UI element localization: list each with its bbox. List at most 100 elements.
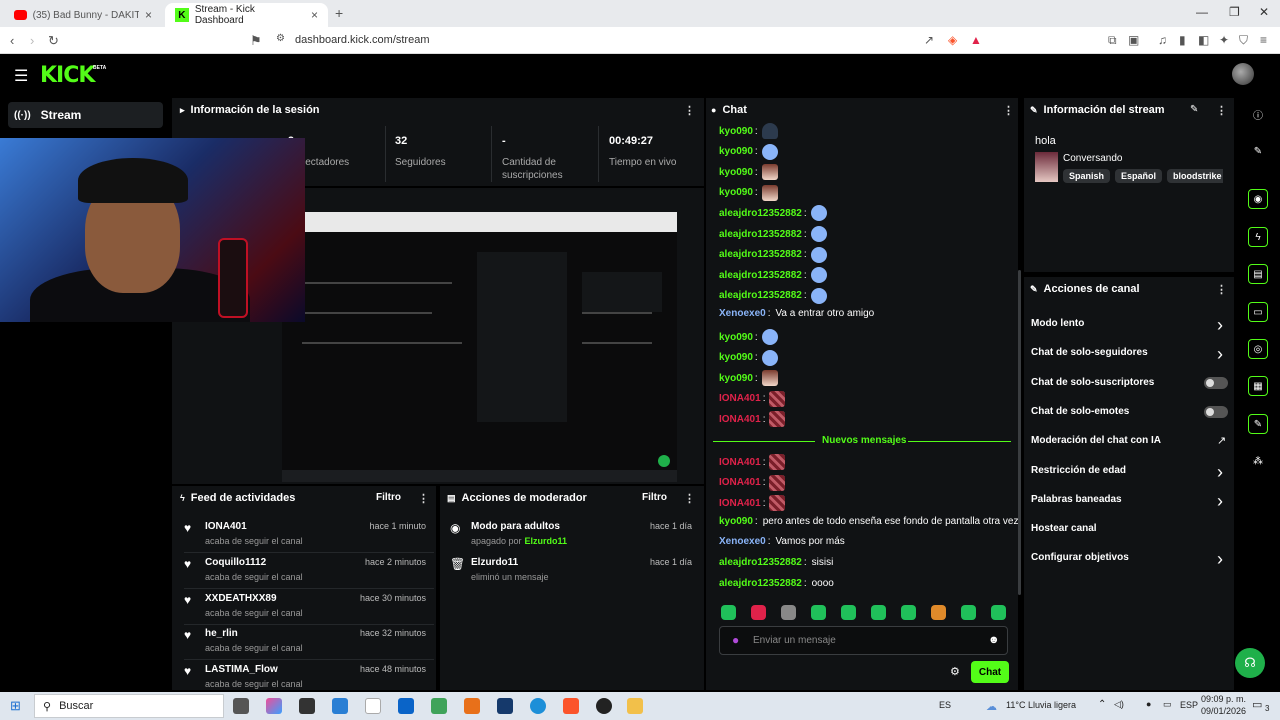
chat-menu-icon[interactable]: ⋮ bbox=[1003, 104, 1014, 117]
chat-username[interactable]: kyo090 bbox=[719, 146, 753, 157]
list-item[interactable]: ♥ LASTIMA_Flow hace 48 minutos acaba de seg… bbox=[184, 664, 434, 694]
vpn-icon[interactable]: ⛉ bbox=[1239, 33, 1248, 48]
chevron-right-icon[interactable]: › bbox=[1217, 491, 1223, 512]
url-field[interactable]: dashboard.kick.com/stream bbox=[295, 34, 430, 46]
chat-username[interactable]: aleajdro12352882 bbox=[719, 578, 802, 589]
task-view-icon[interactable] bbox=[233, 698, 249, 714]
stream-info-menu-icon[interactable]: ⋮ bbox=[1216, 104, 1227, 117]
kick-logo[interactable]: KICK bbox=[40, 63, 95, 88]
chevron-right-icon[interactable]: › bbox=[1217, 344, 1223, 365]
tab-youtube[interactable]: (35) Bad Bunny - DAKITI (Letra) ft × bbox=[4, 3, 162, 27]
chat-username[interactable]: IONA401 bbox=[719, 393, 761, 404]
quick-emote-icon[interactable] bbox=[811, 605, 826, 620]
brave-icon[interactable] bbox=[563, 698, 579, 714]
channel-action-1[interactable]: Chat de solo-seguidores bbox=[1031, 347, 1148, 358]
list-item[interactable]: ♥ he_rlin hace 32 minutos acaba de seguir e… bbox=[184, 628, 434, 658]
camera-icon[interactable]: ◉ bbox=[1248, 189, 1268, 209]
chevron-right-icon[interactable]: › bbox=[1217, 315, 1223, 336]
stream-preview-video[interactable] bbox=[282, 212, 677, 482]
media-icon[interactable]: ♫ bbox=[1158, 33, 1167, 47]
chat-username[interactable]: kyo090 bbox=[719, 167, 753, 178]
channel-actions-menu-icon[interactable]: ⋮ bbox=[1216, 283, 1227, 296]
chat-username[interactable]: aleajdro12352882 bbox=[719, 290, 802, 301]
sidebar-toggle-icon[interactable]: ▮ bbox=[1179, 33, 1186, 47]
windows-start-icon[interactable]: ⊞ bbox=[10, 698, 21, 714]
quick-emote-icon[interactable] bbox=[991, 605, 1006, 620]
extensions-icon[interactable]: ⧉ bbox=[1108, 33, 1117, 48]
follower-name[interactable]: XXDEATHXX89 bbox=[205, 593, 277, 604]
screenshot-icon[interactable]: ▣ bbox=[1128, 33, 1139, 47]
notifications-icon[interactable]: ▭ bbox=[1252, 698, 1262, 711]
quick-emote-icon[interactable] bbox=[871, 605, 886, 620]
info-icon[interactable]: ⓘ bbox=[1248, 104, 1268, 124]
chat-username[interactable]: aleajdro12352882 bbox=[719, 557, 802, 568]
channel-action-8[interactable]: Configurar objetivos bbox=[1031, 552, 1129, 563]
chat-username[interactable]: kyo090 bbox=[719, 516, 753, 527]
microphone-icon[interactable]: ● bbox=[732, 633, 739, 647]
close-tab-icon[interactable]: × bbox=[145, 8, 152, 22]
leo-ai-icon[interactable]: ✦ bbox=[1219, 33, 1229, 47]
channel-action-0[interactable]: Modo lento bbox=[1031, 318, 1084, 329]
moderator-name[interactable]: Elzurdo11 bbox=[525, 536, 568, 546]
speaker-icon[interactable]: ◁) bbox=[1114, 699, 1124, 710]
channel-action-3[interactable]: Chat de solo-emotes bbox=[1031, 406, 1129, 417]
keyboard-lang[interactable]: ES bbox=[939, 700, 951, 710]
channel-action-6[interactable]: Palabras baneadas bbox=[1031, 494, 1122, 505]
list-item[interactable]: ♥ IONA401 hace 1 minuto acaba de seguir el … bbox=[184, 521, 434, 551]
mod-filter-button[interactable]: Filtro bbox=[642, 492, 667, 503]
share-icon[interactable]: ↗ bbox=[924, 33, 934, 47]
chat-username[interactable]: kyo090 bbox=[719, 126, 753, 137]
tag[interactable]: bloodstrike bbox=[1167, 169, 1223, 183]
steam-icon[interactable] bbox=[497, 698, 513, 714]
chat-message-input[interactable]: ● Enviar un mensaje ☻ bbox=[719, 626, 1008, 655]
session-menu-icon[interactable]: ⋮ bbox=[684, 104, 695, 117]
chat-username[interactable]: IONA401 bbox=[719, 457, 761, 468]
mod-menu-icon[interactable]: ⋮ bbox=[684, 492, 695, 505]
chat-username[interactable]: aleajdro12352882 bbox=[719, 229, 802, 240]
edit-icon[interactable]: ✎ bbox=[1190, 104, 1198, 115]
chat-username[interactable]: kyo090 bbox=[719, 332, 753, 343]
bolt-icon[interactable]: ϟ bbox=[1248, 227, 1268, 247]
quick-emote-icon[interactable] bbox=[781, 605, 796, 620]
external-link-icon[interactable]: ↗ bbox=[1217, 434, 1226, 447]
file-explorer-icon[interactable] bbox=[627, 698, 643, 714]
channel-action-5[interactable]: Restricción de edad bbox=[1031, 465, 1126, 476]
tag[interactable]: Spanish bbox=[1063, 169, 1111, 183]
chat-username[interactable]: Xenoexe0 bbox=[719, 308, 766, 319]
channel-action-4[interactable]: Moderación del chat con IA bbox=[1031, 435, 1161, 446]
channel-action-2[interactable]: Chat de solo-suscriptores bbox=[1031, 377, 1154, 388]
quick-emote-icon[interactable] bbox=[721, 605, 736, 620]
notepad-icon[interactable] bbox=[365, 698, 381, 714]
hamburger-menu-icon[interactable]: ☰ bbox=[14, 66, 28, 86]
chat-username[interactable]: IONA401 bbox=[719, 477, 761, 488]
network-icon[interactable]: ▭ bbox=[1163, 699, 1172, 710]
send-chat-button[interactable]: Chat bbox=[971, 661, 1009, 683]
app-icon[interactable] bbox=[299, 698, 315, 714]
nodes-icon[interactable]: ⁂ bbox=[1248, 451, 1268, 471]
wrench-icon[interactable]: ✎ bbox=[1248, 414, 1268, 434]
quick-emote-icon[interactable] bbox=[961, 605, 976, 620]
close-tab-icon[interactable]: × bbox=[311, 8, 318, 22]
toggle-switch[interactable] bbox=[1204, 376, 1228, 389]
list-item[interactable]: ♥ Coquillo1112 hace 2 minutos acaba de segu… bbox=[184, 557, 434, 587]
game-icon[interactable] bbox=[464, 698, 480, 714]
broadcast-icon[interactable]: ◎ bbox=[1248, 339, 1268, 359]
forward-icon[interactable]: › bbox=[30, 33, 34, 48]
site-info-icon[interactable]: ⚙ bbox=[276, 33, 285, 44]
taskbar-search-box[interactable]: ⚲ Buscar bbox=[34, 694, 224, 718]
chat-username[interactable]: IONA401 bbox=[719, 498, 761, 509]
copilot-icon[interactable] bbox=[266, 698, 282, 714]
chat-username[interactable]: aleajdro12352882 bbox=[719, 249, 802, 260]
chat-bubble-icon[interactable]: ▭ bbox=[1248, 302, 1268, 322]
menu-icon[interactable]: ≡ bbox=[1260, 33, 1267, 47]
close-window-icon[interactable]: ✕ bbox=[1259, 5, 1269, 19]
chat-username[interactable]: Xenoexe0 bbox=[719, 536, 766, 547]
chat-username[interactable]: kyo090 bbox=[719, 187, 753, 198]
pencil-icon[interactable]: ✎ bbox=[1248, 141, 1268, 161]
channel-action-7[interactable]: Hostear canal bbox=[1031, 523, 1097, 534]
chevron-right-icon[interactable]: › bbox=[1217, 462, 1223, 483]
photos-icon[interactable] bbox=[332, 698, 348, 714]
outlook-icon[interactable] bbox=[398, 698, 414, 714]
chevron-right-icon[interactable]: › bbox=[1217, 549, 1223, 570]
minimize-icon[interactable]: — bbox=[1196, 5, 1208, 19]
